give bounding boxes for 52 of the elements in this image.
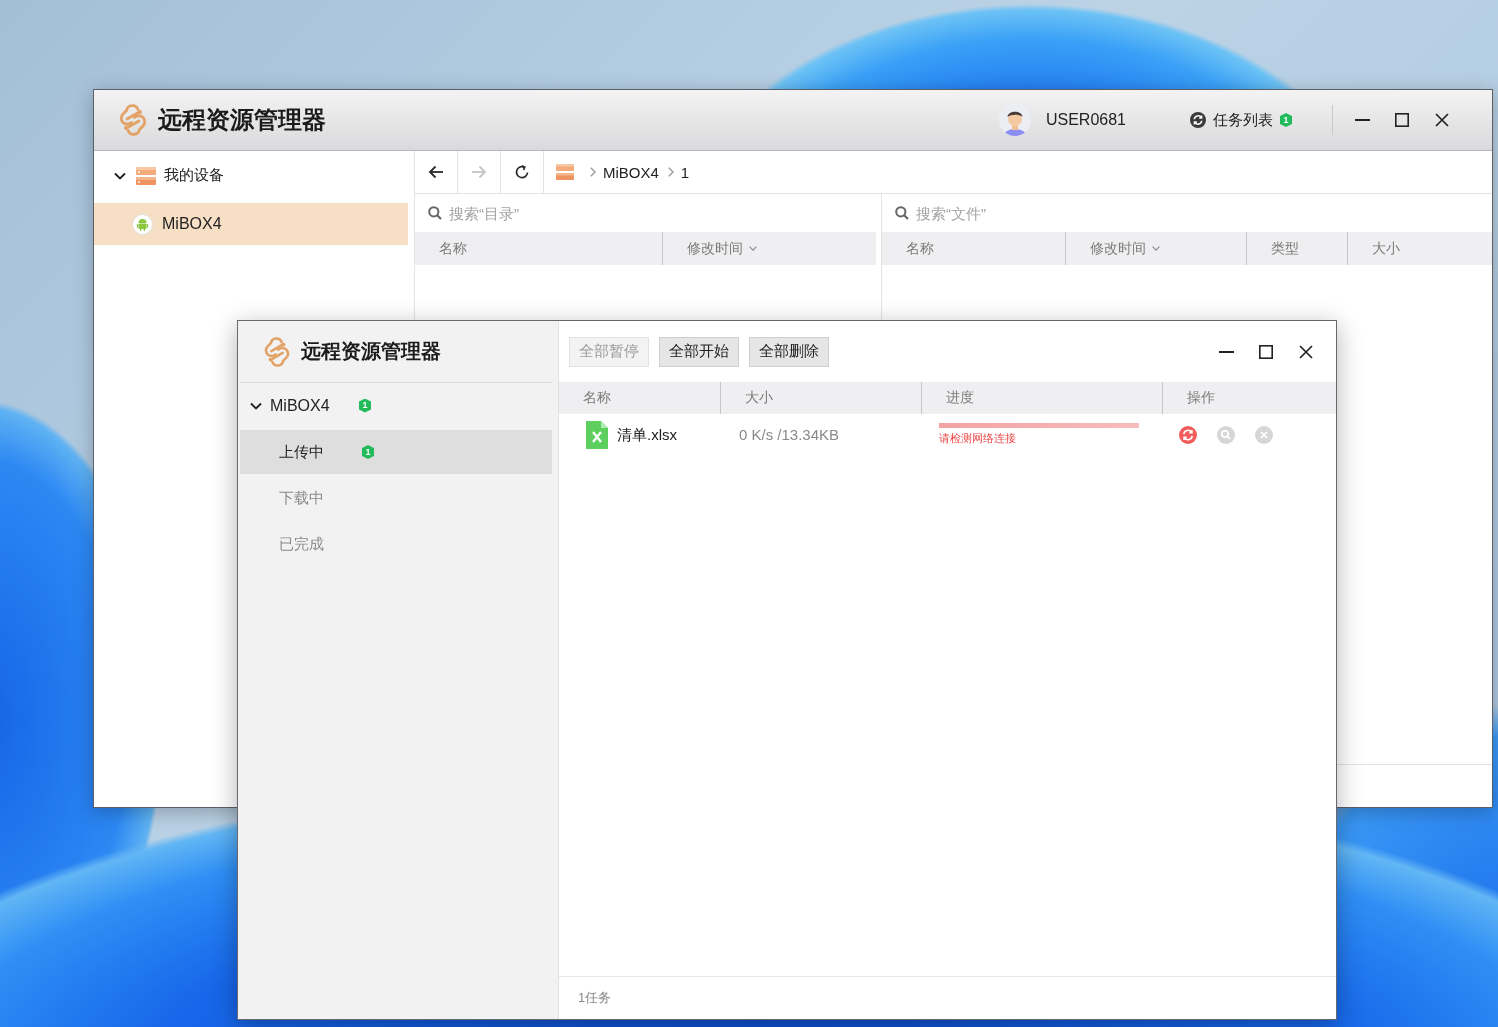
- chevron-right-icon: [590, 167, 596, 177]
- column-header: 大小: [720, 382, 921, 414]
- app-title: 远程资源管理器: [301, 339, 441, 364]
- column-header[interactable]: 修改时间: [662, 232, 876, 265]
- android-robot-icon: [132, 213, 153, 235]
- column-header[interactable]: 名称: [882, 232, 1065, 265]
- maximize-icon[interactable]: [1395, 113, 1409, 127]
- refresh-icon: [1190, 112, 1206, 128]
- breadcrumb-link[interactable]: 1: [680, 163, 690, 181]
- spreadsheet-file-icon: [586, 421, 608, 449]
- count-badge: 1: [1280, 113, 1292, 127]
- search-icon: [895, 206, 909, 220]
- file-name: 清单.xlsx: [617, 425, 677, 445]
- tree-item[interactable]: 上传中 1: [240, 430, 552, 474]
- search-icon: [428, 206, 442, 220]
- refresh-icon[interactable]: [1179, 426, 1197, 444]
- chevron-down-icon: [1152, 246, 1160, 251]
- chevron-down-icon: [749, 246, 757, 251]
- column-header: 进度: [921, 382, 1162, 414]
- maximize-icon[interactable]: [1259, 344, 1273, 359]
- breadcrumb-link[interactable]: MiBOX4: [603, 163, 659, 181]
- close-icon[interactable]: [1435, 113, 1449, 127]
- chevron-down-icon[interactable]: [114, 171, 126, 180]
- chevron-right-icon: [667, 167, 674, 177]
- column-header[interactable]: 大小: [1347, 232, 1492, 265]
- count-badge: 1: [362, 445, 374, 459]
- toolbar-button[interactable]: 全部开始: [659, 336, 739, 367]
- column-header: 名称: [582, 388, 612, 407]
- task-list-button[interactable]: 任务列表: [1190, 110, 1273, 130]
- avatar-icon[interactable]: [998, 104, 1031, 136]
- user-name: USER0681: [1045, 111, 1126, 129]
- search-field[interactable]: 搜索“目录”: [449, 202, 649, 224]
- task-count: 1任务: [578, 989, 612, 1007]
- tree-item[interactable]: 我的设备: [94, 153, 414, 198]
- app-title: 远程资源管理器: [158, 105, 326, 135]
- minimize-icon[interactable]: [1219, 350, 1234, 353]
- server-icon: [136, 166, 156, 185]
- tree-item[interactable]: MiBOX4: [94, 203, 408, 245]
- toolbar-button[interactable]: 全部删除: [749, 336, 829, 367]
- search-field[interactable]: 搜索“文件”: [916, 202, 1116, 224]
- close-icon[interactable]: [1299, 344, 1313, 359]
- column-header: 操作: [1162, 382, 1336, 414]
- tree-item[interactable]: MiBOX4 1: [240, 383, 552, 428]
- column-header[interactable]: 修改时间: [1065, 232, 1246, 265]
- chevron-down-icon[interactable]: [250, 401, 262, 410]
- count-badge: 1: [359, 398, 371, 413]
- column-header[interactable]: 类型: [1246, 232, 1347, 265]
- column-header[interactable]: 名称: [415, 232, 662, 265]
- logo-icon: [262, 336, 292, 367]
- logo-icon: [117, 104, 149, 136]
- transfer-size: 0 K/s /13.34KB: [739, 426, 840, 443]
- error-message: 请检测网络连接: [939, 431, 1016, 445]
